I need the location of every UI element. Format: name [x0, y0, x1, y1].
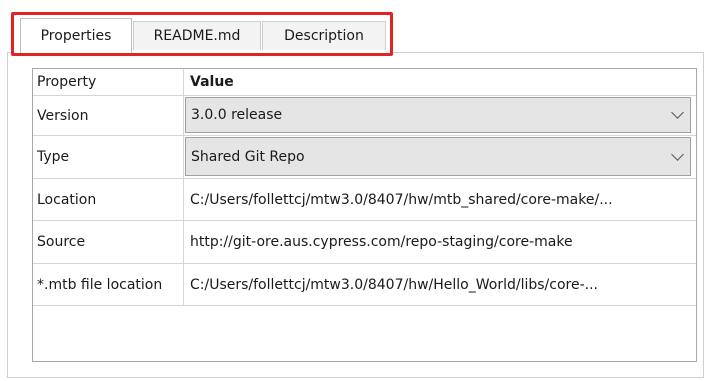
column-header-value[interactable]: Value: [185, 69, 696, 95]
type-dropdown-value: Shared Git Repo: [191, 148, 305, 165]
tab-properties[interactable]: Properties: [20, 18, 132, 53]
property-name-type: Type: [33, 136, 184, 178]
property-name-location: Location: [33, 179, 184, 220]
table-row-source: Source http://git-ore.aus.cypress.com/re…: [33, 221, 696, 264]
table-row-location: Location C:/Users/follettcj/mtw3.0/8407/…: [33, 179, 696, 221]
property-name-source: Source: [33, 221, 184, 263]
chevron-down-icon[interactable]: [671, 106, 684, 119]
property-name-version: Version: [33, 96, 184, 135]
column-header-property[interactable]: Property: [33, 69, 184, 95]
chevron-down-icon[interactable]: [671, 147, 684, 161]
properties-view: Property Value Version 3.0.0 release Typ…: [0, 0, 704, 381]
mtb-file-location-value[interactable]: C:/Users/follettcj/mtw3.0/8407/hw/Hello_…: [185, 264, 696, 305]
location-value[interactable]: C:/Users/follettcj/mtw3.0/8407/hw/mtb_sh…: [185, 179, 696, 220]
tab-readme[interactable]: README.md: [133, 21, 261, 50]
version-dropdown-value: 3.0.0 release: [191, 107, 283, 123]
type-dropdown[interactable]: Shared Git Repo: [185, 137, 691, 176]
tab-description[interactable]: Description: [262, 21, 386, 50]
property-name-mtb-file-location: *.mtb file location: [33, 264, 184, 305]
source-value[interactable]: http://git-ore.aus.cypress.com/repo-stag…: [185, 221, 696, 263]
table-row-mtb-file-location: *.mtb file location C:/Users/follettcj/m…: [33, 264, 696, 306]
table-row-type: Type Shared Git Repo: [33, 136, 696, 179]
properties-panel: Property Value Version 3.0.0 release Typ…: [7, 52, 704, 378]
table-row-version: Version 3.0.0 release: [33, 96, 696, 136]
table-header-row: Property Value: [33, 69, 696, 96]
version-dropdown[interactable]: 3.0.0 release: [185, 97, 691, 133]
tab-bar: Properties README.md Description: [11, 12, 393, 56]
properties-table: Property Value Version 3.0.0 release Typ…: [32, 68, 697, 362]
